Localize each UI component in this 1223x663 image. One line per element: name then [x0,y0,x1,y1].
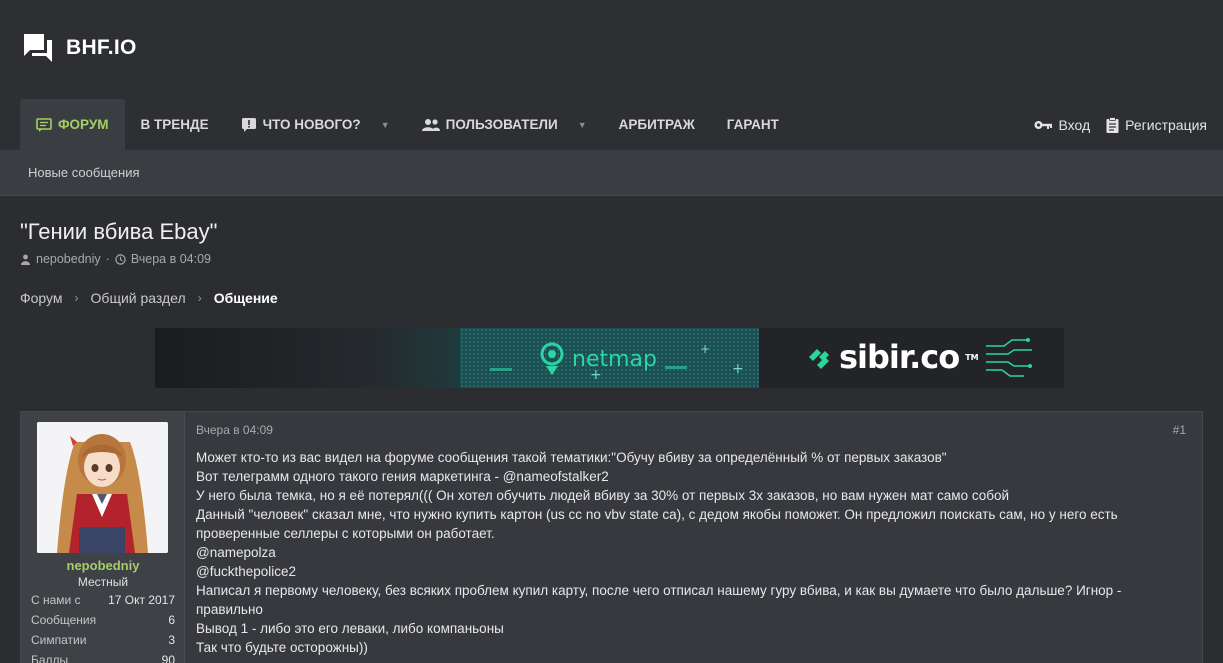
breadcrumb-general[interactable]: Общий раздел [91,290,186,306]
ad-banner-1[interactable] [155,328,460,388]
post-line: Может кто-то из вас видел на форуме сооб… [196,450,947,465]
stat-value: 3 [168,633,175,647]
forum-icon [36,117,52,132]
stat-value[interactable]: 6 [168,613,175,633]
post-line: Данный "человек" сказал мне, что нужно к… [196,507,1118,541]
post-number[interactable]: #1 [1173,423,1186,437]
chevron-right-icon: › [197,291,202,305]
thread-author[interactable]: nepobedniy [36,252,101,266]
post-line: У него была темка, но я её потерял((( Он… [196,488,1010,503]
breadcrumb-current[interactable]: Общение [214,290,278,306]
ad-banners: + + + netmap sibir.co TM [155,328,1064,388]
post-line: Вывод 1 - либо это его леваки, либо комп… [196,621,504,636]
post-line: Вот телеграмм одного такого гения маркет… [196,469,609,484]
post-line: @fuckthepolice2 [196,564,297,579]
clipboard-icon [1106,116,1119,133]
breadcrumb: Форум › Общий раздел › Общение [20,290,278,306]
tab-trending[interactable]: В ТРЕНДЕ [125,99,225,150]
sub-nav: Новые сообщения [0,150,1223,196]
chevron-down-icon[interactable]: ▼ [578,120,587,130]
post-date[interactable]: Вчера в 04:09 [196,423,273,437]
netmap-text: netmap [572,346,657,372]
tab-guarantee[interactable]: ГАРАНТ [711,99,795,150]
new-posts-link[interactable]: Новые сообщения [28,165,140,180]
main-nav: ФОРУМ В ТРЕНДЕ ЧТО НОВОГО? ▼ ПОЛЬЗОВАТЕЛ… [20,99,795,150]
tab-forum-label: ФОРУМ [58,117,109,132]
account-nav: Вход Регистрация [1034,99,1207,150]
sibir-text: sibir.co [839,338,960,376]
site-logo[interactable]: BHF.IO [22,32,137,64]
svg-text:+: + [732,361,744,377]
tab-arbitrage-label: АРБИТРАЖ [618,117,695,132]
stat-label: Сообщения [31,613,97,627]
svg-text:+: + [700,342,710,356]
thread-time[interactable]: Вчера в 04:09 [131,252,211,266]
stat-value[interactable]: 90 [162,653,175,663]
location-pin-icon [540,342,564,375]
tab-forum[interactable]: ФОРУМ [20,99,125,150]
alert-icon [241,117,256,132]
post-content: Может кто-то из вас видел на форуме сооб… [196,448,1191,657]
stat-points: Баллы 90 [31,653,175,663]
tab-trending-label: В ТРЕНДЕ [140,117,209,132]
netmap-logo: netmap [540,342,657,376]
stat-value: 17 Окт 2017 [108,593,175,607]
tab-users-label: ПОЛЬЗОВАТЕЛИ [445,117,558,132]
chevron-down-icon[interactable]: ▼ [381,120,390,130]
ad-banner-sibir[interactable]: sibir.co TM [759,328,1064,388]
post: nepobedniy Местный С нами с 17 Окт 2017 … [20,411,1203,663]
stat-messages: Сообщения 6 [31,613,175,633]
stat-likes: Симпатии 3 [31,633,175,653]
breadcrumb-forum[interactable]: Форум [20,290,63,306]
stat-joined: С нами с 17 Окт 2017 [31,593,175,613]
users-icon [421,118,440,131]
page-title: "Гении вбива Ebay" [20,219,218,244]
stat-label: Баллы [31,653,69,663]
sibir-mark-icon [809,349,829,369]
circuit-icon [986,338,1032,377]
tab-whats-new-label: ЧТО НОВОГО? [262,117,361,132]
tab-guarantee-label: ГАРАНТ [726,117,779,132]
ad-banner-netmap[interactable]: + + + netmap [460,328,759,388]
chevron-right-icon: › [74,291,79,305]
tab-whats-new[interactable]: ЧТО НОВОГО? ▼ [225,99,406,150]
post-line: @namepolza [196,545,276,560]
clock-icon [115,253,126,265]
sibir-trademark: TM [965,352,979,362]
register-link[interactable]: Регистрация [1106,117,1207,133]
register-label: Регистрация [1125,116,1207,133]
post-line: Написал я первому человеку, без всяких п… [196,583,1122,617]
tab-arbitrage[interactable]: АРБИТРАЖ [603,99,711,150]
thread-meta: nepobedniy · Вчера в 04:09 [20,252,211,266]
stat-label: С нами с [31,593,81,607]
user-stats: С нами с 17 Окт 2017 Сообщения 6 Симпати… [31,593,175,663]
post-user-role: Местный [77,575,129,589]
tab-users[interactable]: ПОЛЬЗОВАТЕЛИ ▼ [406,99,603,150]
key-icon [1034,120,1053,129]
login-link[interactable]: Вход [1034,117,1090,133]
chat-icon [24,34,52,62]
avatar[interactable] [37,422,168,553]
meta-separator: · [105,252,110,266]
post-username[interactable]: nepobedniy [21,558,185,573]
user-icon [21,254,30,265]
stat-label: Симпатии [31,633,87,647]
sibir-logo: sibir.co TM [807,338,979,376]
post-user-info: nepobedniy Местный С нами с 17 Окт 2017 … [21,412,185,663]
avatar-anime-girl-icon [37,422,168,553]
post-line: Так что будьте осторожны)) [196,640,368,655]
login-label: Вход [1058,116,1091,133]
site-name: BHF.IO [66,36,137,59]
